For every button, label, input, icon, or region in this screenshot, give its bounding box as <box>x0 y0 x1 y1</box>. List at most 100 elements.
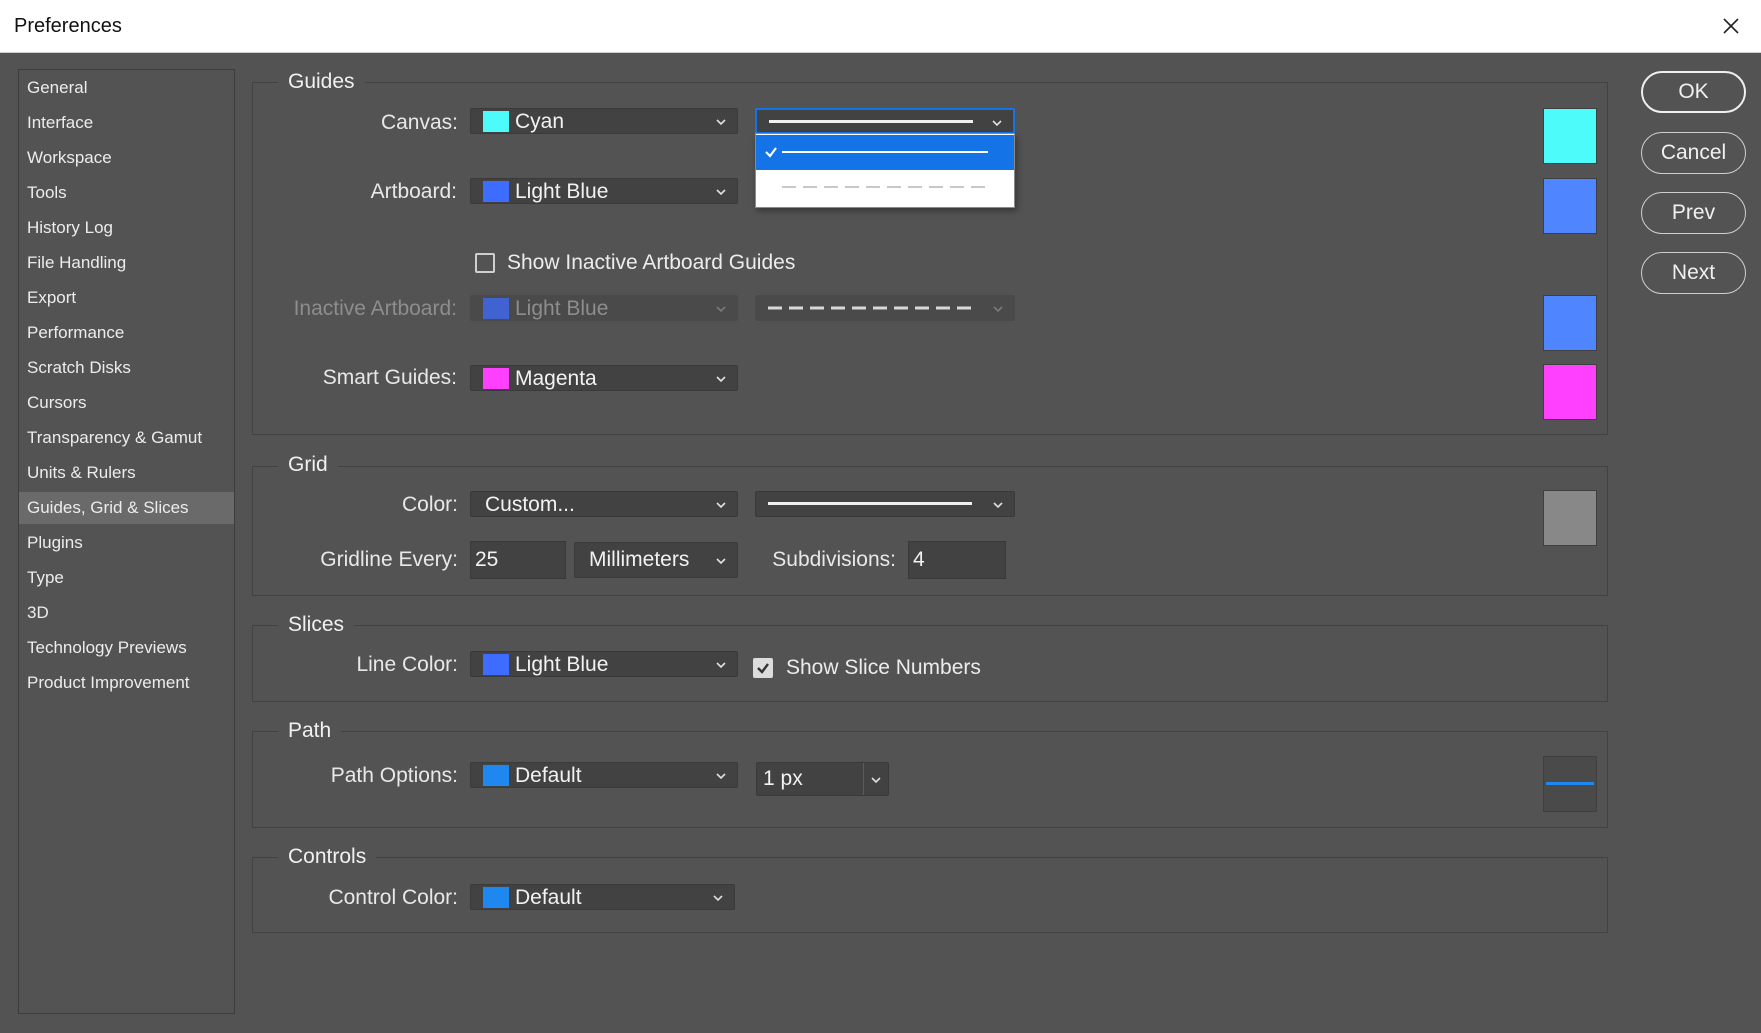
canvas-style-solid-sample <box>769 120 973 123</box>
path-width-dropdown[interactable]: 1 px <box>756 762 889 796</box>
dashed-line-sample <box>782 186 990 188</box>
sidebar-item-history-log[interactable]: History Log <box>19 212 234 244</box>
solid-line-sample <box>782 151 988 153</box>
sidebar-item-general[interactable]: General <box>19 72 234 104</box>
sidebar-item-performance[interactable]: Performance <box>19 317 234 349</box>
prev-button[interactable]: Prev <box>1641 192 1746 234</box>
inactive-artboard-label: Inactive Artboard: <box>293 297 457 320</box>
sidebar-item-product-improvement[interactable]: Product Improvement <box>19 667 234 699</box>
sidebar-item-guides-grid-slices[interactable]: Guides, Grid & Slices <box>19 492 234 524</box>
control-color-label: Control Color: <box>328 886 458 909</box>
sidebar-item-units-rulers[interactable]: Units & Rulers <box>19 457 234 489</box>
grid-color-label: Color: <box>401 493 458 516</box>
canvas-preview-swatch[interactable] <box>1543 108 1597 164</box>
style-option-solid[interactable] <box>756 135 1014 170</box>
sidebar-item-technology-previews[interactable]: Technology Previews <box>19 632 234 664</box>
sidebar-item-cursors[interactable]: Cursors <box>19 387 234 419</box>
slice-line-color-value: Light Blue <box>515 653 609 676</box>
canvas-label: Canvas: <box>380 111 458 134</box>
control-color-dropdown[interactable]: Default <box>470 884 735 910</box>
chevron-down-icon <box>716 189 726 196</box>
inactive-artboard-color-value: Light Blue <box>515 297 609 320</box>
slice-line-color-label: Line Color: <box>356 653 458 676</box>
path-color-value: Default <box>515 764 582 787</box>
slice-line-color-dropdown[interactable]: Light Blue <box>470 651 738 677</box>
show-inactive-artboard-guides-checkbox[interactable] <box>475 253 495 273</box>
gridline-unit-dropdown[interactable]: Millimeters <box>574 542 738 578</box>
inactive-artboard-preview-swatch[interactable] <box>1543 295 1597 351</box>
inactive-artboard-color-swatch <box>483 298 509 319</box>
chevron-down-icon <box>871 777 881 784</box>
smart-guides-color-value: Magenta <box>515 367 597 390</box>
sidebar-item-export[interactable]: Export <box>19 282 234 314</box>
chevron-down-icon <box>993 502 1003 509</box>
chevron-down-icon <box>716 502 726 509</box>
sidebar-item-interface[interactable]: Interface <box>19 107 234 139</box>
path-preview-line <box>1546 782 1594 785</box>
chevron-down-icon <box>716 306 726 313</box>
smart-guides-label: Smart Guides: <box>322 366 457 389</box>
grid-style-dropdown[interactable] <box>755 491 1015 517</box>
slices-title: Slices <box>278 613 355 637</box>
style-option-dashed[interactable] <box>756 171 1014 206</box>
control-color-value: Default <box>515 886 582 909</box>
chevron-down-icon <box>716 376 726 383</box>
control-color-swatch <box>483 887 509 908</box>
path-options-label: Path Options: <box>330 764 458 787</box>
sidebar-item-workspace[interactable]: Workspace <box>19 142 234 174</box>
checkmark-icon <box>765 147 777 158</box>
preferences-sidebar: General Interface Workspace Tools Histor… <box>18 69 235 1014</box>
grid-color-dropdown[interactable]: Custom... <box>470 491 738 517</box>
artboard-label: Artboard: <box>370 180 457 203</box>
sidebar-item-plugins[interactable]: Plugins <box>19 527 234 559</box>
sidebar-item-type[interactable]: Type <box>19 562 234 594</box>
artboard-color-swatch <box>483 181 509 202</box>
artboard-color-dropdown[interactable]: Light Blue <box>470 178 738 204</box>
path-title: Path <box>278 719 342 743</box>
chevron-down-icon <box>992 120 1002 127</box>
sidebar-item-3d[interactable]: 3D <box>19 597 234 629</box>
sidebar-item-file-handling[interactable]: File Handling <box>19 247 234 279</box>
smart-guides-color-swatch <box>483 368 509 389</box>
ok-button[interactable]: OK <box>1641 71 1746 113</box>
inactive-artboard-color-dropdown: Light Blue <box>470 295 738 321</box>
path-preview-swatch[interactable] <box>1543 756 1597 812</box>
dashed-line-sample <box>768 306 978 310</box>
inactive-artboard-style-dropdown <box>755 295 1015 321</box>
checkmark-icon <box>757 663 769 674</box>
sidebar-item-tools[interactable]: Tools <box>19 177 234 209</box>
artboard-preview-swatch[interactable] <box>1543 178 1597 234</box>
smart-guides-color-dropdown[interactable]: Magenta <box>470 365 738 391</box>
path-color-swatch <box>483 765 509 786</box>
canvas-style-popup-menu <box>755 133 1015 208</box>
path-width-value: 1 px <box>763 767 803 790</box>
guides-title: Guides <box>278 70 365 94</box>
canvas-style-dropdown[interactable] <box>755 108 1015 134</box>
canvas-color-dropdown[interactable]: Cyan <box>470 108 738 134</box>
sidebar-item-scratch-disks[interactable]: Scratch Disks <box>19 352 234 384</box>
smart-guides-preview-swatch[interactable] <box>1543 364 1597 420</box>
next-button[interactable]: Next <box>1641 252 1746 294</box>
canvas-color-swatch <box>483 111 509 132</box>
sidebar-item-transparency-gamut[interactable]: Transparency & Gamut <box>19 422 234 454</box>
chevron-down-icon <box>716 558 726 565</box>
subdivisions-input[interactable]: 4 <box>908 541 1006 579</box>
show-slice-numbers-label: Show Slice Numbers <box>786 656 981 679</box>
show-inactive-artboard-guides-label: Show Inactive Artboard Guides <box>507 251 796 274</box>
title-bar: Preferences <box>0 0 1761 53</box>
grid-color-value: Custom... <box>485 493 575 516</box>
path-color-dropdown[interactable]: Default <box>470 762 738 788</box>
slice-line-color-swatch <box>483 654 509 675</box>
close-icon[interactable] <box>1713 8 1749 44</box>
cancel-button[interactable]: Cancel <box>1641 132 1746 174</box>
artboard-color-value: Light Blue <box>515 180 609 203</box>
subdivisions-label: Subdivisions: <box>772 548 896 571</box>
gridline-every-input[interactable]: 25 <box>470 541 566 579</box>
window-title: Preferences <box>14 15 122 37</box>
show-slice-numbers-checkbox[interactable] <box>753 658 773 678</box>
controls-title: Controls <box>278 845 377 869</box>
gridline-unit-value: Millimeters <box>589 548 690 571</box>
grid-preview-swatch[interactable] <box>1543 490 1597 546</box>
chevron-down-icon <box>993 306 1003 313</box>
chevron-down-icon <box>713 895 723 902</box>
